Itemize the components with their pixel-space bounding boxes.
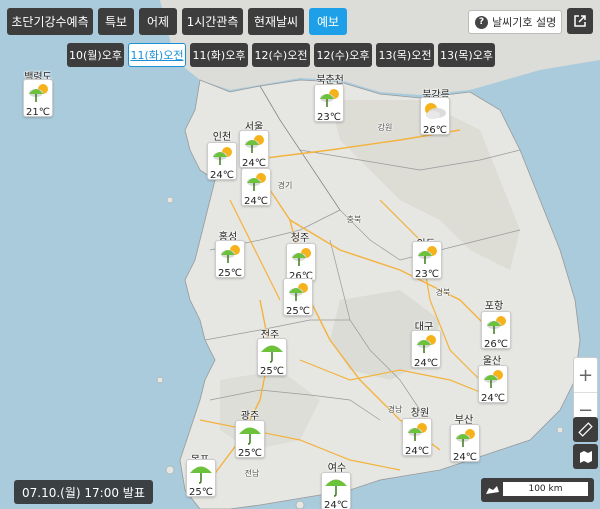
tab-warnings[interactable]: 특보 (98, 8, 134, 35)
weather-card[interactable]: 26℃ (481, 311, 511, 350)
temperature: 24℃ (405, 446, 429, 457)
partly-cloudy-rain-icon (315, 85, 343, 113)
temperature: 23℃ (415, 269, 439, 280)
map-icon (579, 450, 592, 463)
temperature: 26℃ (423, 125, 447, 136)
temperature: 25℃ (260, 366, 284, 377)
weather-card[interactable]: 24℃ (411, 330, 441, 369)
weather-card[interactable]: 24℃ (478, 365, 508, 404)
weather-card[interactable]: 23℃ (412, 241, 442, 280)
weather-card[interactable]: 21℃ (23, 79, 53, 118)
partly-cloudy-rain-icon (216, 241, 244, 269)
time-tab-11-am[interactable]: 11(화)오전 (128, 43, 186, 67)
partly-cloudy-rain-icon (482, 312, 510, 340)
temperature: 25℃ (286, 306, 310, 317)
province-label-gyeongbuk: 경북 (435, 288, 451, 297)
weather-card[interactable]: 24℃ (207, 142, 237, 181)
tab-hourly-observation[interactable]: 1시간관측 (182, 8, 243, 35)
umbrella-rain-icon (322, 473, 350, 501)
province-label-gangwon: 강원 (377, 123, 393, 132)
time-tab-11-pm[interactable]: 11(화)오후 (190, 43, 248, 67)
partly-cloudy-rain-icon (242, 169, 270, 197)
tab-current-weather[interactable]: 현재날씨 (248, 8, 304, 35)
city-label-incheon: 인천 (212, 132, 232, 143)
city-label-changwon: 창원 (410, 408, 430, 419)
time-tab-12-pm[interactable]: 12(수)오후 (314, 43, 372, 67)
partly-cloudy-rain-icon (479, 366, 507, 394)
temperature: 23℃ (317, 112, 341, 123)
share-button[interactable] (567, 8, 593, 34)
weather-card[interactable]: 25℃ (235, 420, 265, 459)
partly-cloudy-rain-icon (24, 80, 52, 108)
weather-card[interactable]: 26℃ (286, 243, 316, 282)
temperature: 25℃ (189, 487, 213, 498)
external-link-icon (574, 15, 586, 27)
umbrella-rain-icon (187, 460, 215, 488)
weather-card[interactable]: 24℃ (321, 472, 351, 509)
weather-card[interactable]: 25℃ (283, 278, 313, 317)
tab-yesterday[interactable]: 어제 (139, 8, 177, 35)
help-label: 날씨기호 설명 (492, 16, 557, 29)
weather-card[interactable]: 25℃ (215, 240, 245, 279)
temperature: 24℃ (481, 393, 505, 404)
province-label-jeonnam: 전남 (244, 469, 260, 478)
weather-card[interactable]: 26℃ (420, 97, 450, 136)
tab-nowcast-precipitation[interactable]: 초단기강수예측 (7, 8, 93, 35)
temperature: 24℃ (244, 196, 268, 207)
weather-card[interactable]: 25℃ (257, 338, 287, 377)
weather-card[interactable]: 24℃ (402, 418, 432, 457)
temperature: 24℃ (210, 170, 234, 181)
temperature: 24℃ (414, 358, 438, 369)
minimap-icon (486, 486, 499, 494)
weather-card[interactable]: 23℃ (314, 84, 344, 123)
temperature: 25℃ (238, 448, 262, 459)
issued-time: 07.10.(월) 17:00 발표 (14, 480, 153, 504)
time-tab-13-am[interactable]: 13(목)오전 (376, 43, 434, 67)
tab-forecast[interactable]: 예보 (309, 8, 347, 35)
umbrella-rain-icon (258, 339, 286, 367)
scale-label: 100 km (503, 482, 588, 496)
time-tab-12-am[interactable]: 12(수)오전 (252, 43, 310, 67)
time-tab-10-pm[interactable]: 10(월)오후 (67, 43, 124, 67)
zoom-in-button[interactable]: + (574, 358, 597, 392)
umbrella-rain-icon (236, 421, 264, 449)
temperature: 25℃ (218, 268, 242, 279)
weather-card[interactable]: 24℃ (241, 168, 271, 207)
province-label-chungbuk: 충북 (346, 215, 362, 224)
temperature: 24℃ (324, 500, 348, 509)
weather-symbol-help-button[interactable]: ? 날씨기호 설명 (468, 10, 562, 34)
province-label-gyeonggi: 경기 (277, 181, 293, 190)
partly-cloudy-rain-icon (287, 244, 315, 272)
partly-cloudy-rain-icon (240, 131, 268, 159)
partly-cloudy-icon (421, 98, 449, 126)
weather-card[interactable]: 24℃ (450, 424, 480, 463)
temperature: 26℃ (484, 339, 508, 350)
city-label-cheongju: 청주 (290, 233, 310, 244)
temperature: 21℃ (26, 107, 50, 118)
weather-card[interactable]: 25℃ (186, 459, 216, 498)
partly-cloudy-rain-icon (208, 143, 236, 171)
partly-cloudy-rain-icon (284, 279, 312, 307)
partly-cloudy-rain-icon (413, 242, 441, 270)
province-label-gyeongnam: 경남 (387, 405, 403, 414)
help-icon: ? (475, 15, 488, 29)
temperature: 24℃ (453, 452, 477, 463)
weather-card[interactable]: 24℃ (239, 130, 269, 169)
map-layer-button[interactable] (573, 444, 598, 469)
ruler-icon (578, 422, 593, 437)
city-label-pohang: 포항 (484, 301, 504, 312)
measure-distance-button[interactable] (573, 417, 598, 442)
partly-cloudy-rain-icon (403, 419, 431, 447)
scale-bar: 100 km (481, 478, 594, 502)
partly-cloudy-rain-icon (412, 331, 440, 359)
time-tab-13-pm[interactable]: 13(목)오후 (438, 43, 495, 67)
partly-cloudy-rain-icon (451, 425, 479, 453)
